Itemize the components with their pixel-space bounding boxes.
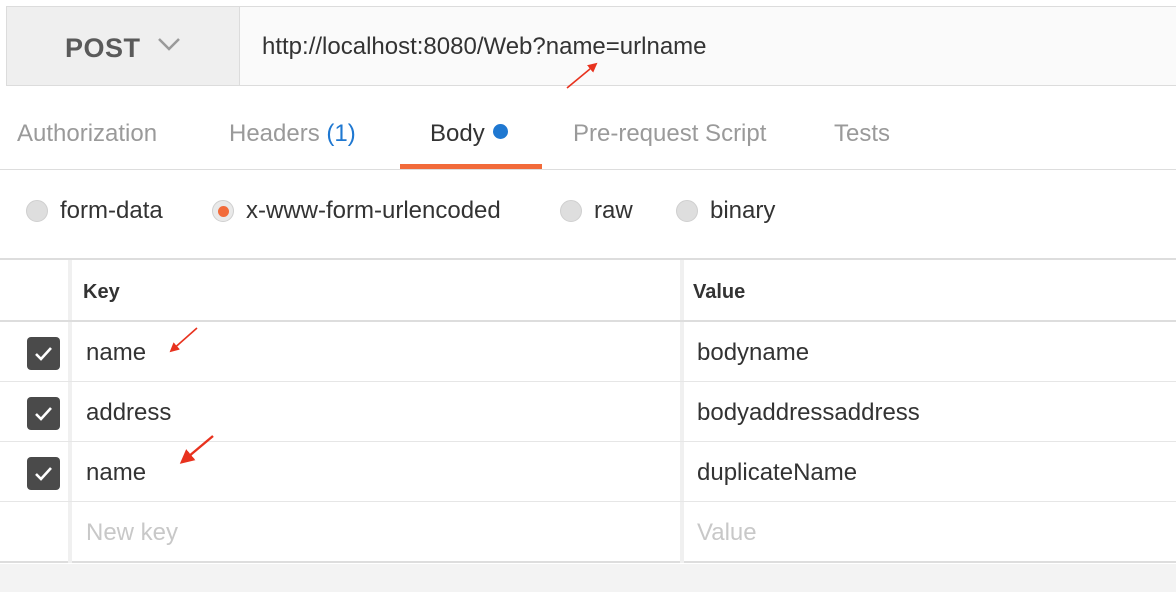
active-tab-indicator (400, 164, 542, 169)
radio-button[interactable] (560, 200, 582, 222)
radio-binary[interactable]: binary (676, 196, 775, 226)
row-key-field[interactable]: name (86, 459, 146, 487)
row-value-field[interactable]: bodyaddressaddress (697, 399, 920, 427)
checkmark-icon (35, 407, 52, 421)
row-checkbox[interactable] (27, 397, 60, 430)
row-key-field[interactable]: name (86, 339, 146, 367)
table-row: name duplicateName (0, 442, 1176, 502)
request-tabs: Authorization Headers (1) Body Pre-reque… (0, 100, 1176, 170)
tab-tests[interactable]: Tests (834, 120, 890, 148)
tab-body[interactable]: Body (430, 120, 508, 148)
checkmark-icon (35, 347, 52, 361)
tab-label: Body (430, 120, 485, 147)
tab-label: Pre-request Script (573, 120, 767, 147)
tab-authorization[interactable]: Authorization (17, 120, 157, 148)
tab-pre-request-script[interactable]: Pre-request Script (573, 120, 766, 148)
tab-label: Headers (229, 120, 320, 147)
column-header-value: Value (693, 281, 746, 303)
tab-headers[interactable]: Headers (1) (229, 120, 356, 148)
row-key-field[interactable]: address (86, 399, 171, 427)
body-type-options: form-data x-www-form-urlencoded raw bina… (0, 172, 1176, 258)
table-header: Key Value (0, 260, 1176, 322)
chevron-down-icon (158, 38, 180, 51)
new-key-input[interactable]: New key (86, 519, 178, 547)
column-header-key: Key (83, 281, 120, 303)
method-label: POST (65, 33, 141, 63)
footer-area (0, 564, 1176, 592)
request-bar: POST http://localhost:8080/Web?name=urln… (6, 6, 1176, 86)
method-dropdown[interactable]: POST (7, 7, 240, 85)
radio-button-selected[interactable] (212, 200, 234, 222)
url-input[interactable]: http://localhost:8080/Web?name=urlname (262, 33, 707, 61)
checkmark-icon (35, 467, 52, 481)
tab-label: Authorization (17, 120, 158, 147)
radio-label: form-data (60, 197, 163, 224)
radio-button[interactable] (26, 200, 48, 222)
radio-label: binary (710, 197, 776, 224)
new-row: New key Value (0, 502, 1176, 562)
radio-form-data[interactable]: form-data (26, 196, 163, 226)
table-row: name bodyname (0, 322, 1176, 382)
row-value-field[interactable]: duplicateName (697, 459, 857, 487)
new-value-input[interactable]: Value (697, 519, 757, 547)
tab-label: Tests (834, 120, 891, 147)
table-row: address bodyaddressaddress (0, 382, 1176, 442)
status-dot-icon (492, 124, 508, 139)
key-value-table: Key Value name bodyname address bodyaddr… (0, 258, 1176, 563)
row-checkbox[interactable] (27, 337, 60, 370)
headers-count-badge: (1) (326, 120, 356, 147)
row-value-field[interactable]: bodyname (697, 339, 809, 367)
row-checkbox[interactable] (27, 457, 60, 490)
radio-label: x-www-form-urlencoded (246, 197, 501, 224)
radio-x-www-form-urlencoded[interactable]: x-www-form-urlencoded (212, 196, 501, 226)
radio-label: raw (594, 197, 633, 224)
radio-raw[interactable]: raw (560, 196, 633, 226)
radio-button[interactable] (676, 200, 698, 222)
